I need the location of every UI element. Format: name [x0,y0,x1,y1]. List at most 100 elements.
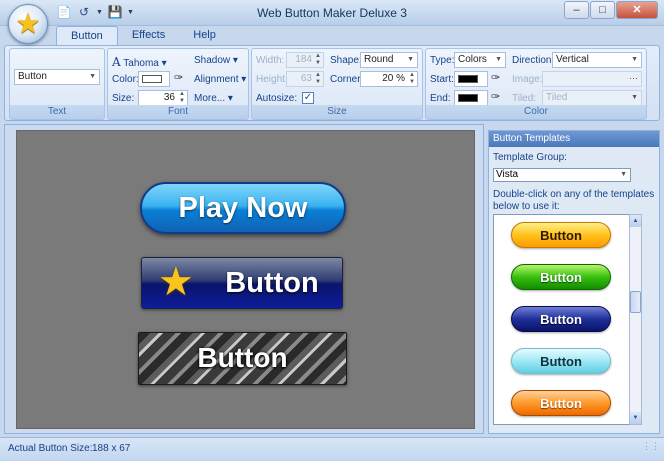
tiled-value: Tiled [546,92,568,103]
font-icon: A [112,55,121,69]
scrollbar-thumb[interactable] [630,291,641,313]
end-color-swatch [458,94,478,102]
start-color-picker[interactable] [454,71,488,87]
resize-grip-icon[interactable]: ⋮⋮ [642,435,660,457]
start-label: Start: [430,74,454,85]
shape-select[interactable]: Round ▼ [360,52,418,68]
work-area: Play Now ★ Button Button [4,124,484,434]
end-label: End: [430,93,451,104]
font-size-input[interactable]: 36 ▲ ▼ [138,90,188,106]
templates-list[interactable]: Button Button Button Button Button [493,214,641,425]
spinner-icon[interactable]: ▲ ▼ [409,72,415,86]
corner-value: 20 % [382,73,405,84]
chevron-down-icon[interactable]: ▼ [631,92,638,104]
direction-select[interactable]: Vertical ▼ [552,52,642,68]
tiled-select[interactable]: Tiled ▼ [542,90,642,106]
scroll-up-icon[interactable]: ▲ [630,215,641,227]
eyedropper-icon[interactable]: ✑ [491,90,500,103]
minimize-button[interactable]: – [564,1,589,19]
maximize-button[interactable]: □ [590,1,615,19]
preview-button-label: Button [225,267,319,299]
height-label: Height: [256,74,288,85]
template-item[interactable]: Button [511,222,611,248]
more-menu[interactable]: More... ▾ [194,93,233,104]
width-label: Width: [256,55,285,66]
text-group-label: Text [10,105,104,119]
type-select[interactable]: Colors ▼ [454,52,506,68]
font-family-value: Tahoma [123,58,159,69]
type-value: Colors [458,54,487,65]
image-input[interactable]: ⋯ [542,71,642,87]
ribbon-tabs: Button Effects Help [56,26,230,46]
button-size-label: Actual Button Size: [8,443,93,454]
width-input[interactable]: 184 ▲ ▼ [286,52,324,68]
template-item[interactable]: Button [511,390,611,416]
shape-label: Shape: [330,55,362,66]
image-label: Image: [512,74,543,85]
color-group-label: Color [426,105,646,119]
template-item[interactable]: Button [511,306,611,332]
template-item[interactable]: Button [511,348,611,374]
size-group: Width: 184 ▲ ▼ Height: 63 ▲ ▼ Autosize: ✓ … [251,48,423,120]
template-group-label: Template Group: [493,152,567,163]
eyedropper-icon[interactable]: ✑ [174,71,183,84]
height-value: 63 [300,73,312,84]
button-size-value: 188 x 67 [92,443,131,454]
more-label: More... [194,93,226,104]
browse-icon[interactable]: ⋯ [629,72,638,84]
start-color-swatch [458,75,478,83]
end-color-picker[interactable] [454,90,488,106]
button-text-input[interactable]: Button ▼ [14,69,100,85]
preview-canvas[interactable]: Play Now ★ Button Button [16,130,475,429]
title-bar: 📄 ↺ ▼ 💾 ▼ Web Button Maker Deluxe 3 – □ … [0,0,664,26]
application-menu-button[interactable]: ★ [8,4,48,44]
font-color-swatch [142,75,162,83]
button-text-value: Button [18,71,47,82]
chevron-down-icon[interactable]: ▼ [495,54,502,66]
height-input[interactable]: 63 ▲ ▼ [286,71,324,87]
autosize-checkbox[interactable]: ✓ [302,92,314,104]
preview-button-play-now[interactable]: Play Now [140,182,346,234]
chevron-down-icon[interactable]: ▼ [407,54,414,66]
template-item[interactable]: Button [511,264,611,290]
corner-input[interactable]: 20 % ▲ ▼ [360,71,418,87]
shadow-menu[interactable]: Shadow ▾ [194,55,238,66]
templates-scrollbar[interactable]: ▲ ▼ [629,214,642,425]
font-group: A Tahoma ▾ Shadow ▾ Color: ✑ Alignment ▾… [107,48,249,120]
tab-effects[interactable]: Effects [118,26,179,46]
spinner-icon[interactable]: ▲ ▼ [179,91,185,105]
font-color-label: Color: [112,74,139,85]
alignment-label: Alignment [194,74,239,85]
chevron-down-icon[interactable]: ▼ [89,71,96,83]
status-bar: Actual Button Size: 188 x 67 ⋮⋮ [0,437,664,461]
tab-help[interactable]: Help [179,26,230,46]
templates-description: Double-click on any of the templates bel… [493,189,655,212]
preview-button-star[interactable]: ★ Button [141,257,343,309]
direction-value: Vertical [556,54,589,65]
scroll-down-icon[interactable]: ▼ [630,412,641,424]
template-group-select[interactable]: Vista ▼ [493,168,631,182]
corner-label: Corner: [330,74,364,85]
button-templates-panel: Button Templates Template Group: Vista ▼… [488,130,660,434]
autosize-label: Autosize: [256,93,298,104]
width-value: 184 [295,54,312,65]
font-color-picker[interactable] [138,71,170,87]
text-group: Button ▼ Text [9,48,105,120]
panel-title: Button Templates [489,131,659,147]
spinner-icon[interactable]: ▲ ▼ [315,72,321,86]
close-button[interactable]: ✕ [616,1,658,19]
chevron-down-icon[interactable]: ▼ [620,169,627,181]
preview-button-marble[interactable]: Button [138,332,347,385]
type-label: Type: [430,55,455,66]
tab-button[interactable]: Button [56,26,118,46]
eyedropper-icon[interactable]: ✑ [491,71,500,84]
font-group-label: Font [108,105,248,119]
chevron-down-icon[interactable]: ▼ [631,54,638,66]
size-group-label: Size [252,105,422,119]
direction-label: Direction: [512,55,555,66]
template-group-value: Vista [496,169,519,180]
alignment-menu[interactable]: Alignment ▾ [194,74,246,85]
font-family-dropdown[interactable]: A Tahoma ▾ [112,55,167,69]
tiled-label: Tiled: [512,93,537,104]
spinner-icon[interactable]: ▲ ▼ [315,53,321,67]
